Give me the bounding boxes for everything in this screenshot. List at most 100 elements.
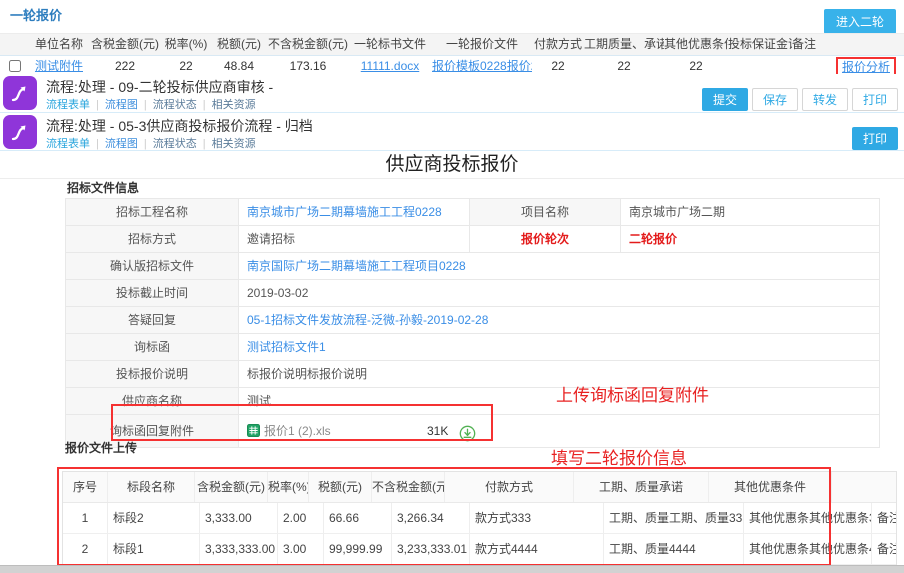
cell-amount-with-tax: 222 (88, 56, 162, 76)
print-button[interactable]: 打印 (852, 88, 898, 111)
header-amount-without-tax: 不含税金额(元) (372, 472, 445, 502)
field-label: 投标报价说明 (66, 361, 239, 387)
field-value: 测试招标文件1 (239, 334, 879, 360)
field-value-quote-round: 二轮报价 (621, 226, 879, 252)
field-label: 投标截止时间 (66, 280, 239, 306)
process-form-link[interactable]: 流程表单 (46, 138, 90, 150)
header-bid-file: 一轮标书文件 (348, 34, 432, 55)
quote-file-link[interactable]: 报价模板0228报价2.xls (432, 59, 532, 73)
header-guarantee: 投标保证金证... (728, 34, 792, 55)
cell-quality-promise: 工期、质量4444 (604, 534, 744, 564)
bid-file-link[interactable]: 11111.docx (361, 59, 420, 73)
cell-payment: 款方式333 (470, 503, 604, 533)
header-analysis-cell (828, 34, 904, 55)
field-value: 2019-03-02 (239, 280, 879, 306)
workflow-icon (3, 76, 37, 110)
header-unit-name: 单位名称 (30, 34, 88, 55)
header-amount-without-tax: 不含税金额(元) (268, 34, 348, 55)
process1-buttons: 提交 保存 转发 打印 (702, 88, 898, 111)
download-icon[interactable] (459, 422, 476, 447)
table-row: 2 标段1 3,333,333.00 3.00 99,999.99 3,233,… (63, 534, 896, 565)
qa-reply-link[interactable]: 05-1招标文件发放流程-泛微-孙毅-2019-02-28 (247, 313, 488, 327)
cell-tax-rate: 22 (162, 56, 210, 76)
cell-guarantee (728, 56, 792, 76)
header-checkbox-cell (0, 34, 30, 55)
unit-name-link[interactable]: 测试附件 (35, 59, 83, 73)
menu-divider: | (203, 138, 206, 150)
print-button[interactable]: 打印 (852, 127, 898, 150)
process-title: 流程:处理 - 05-3供应商投标报价流程 - 归档 (46, 116, 313, 136)
field-value: 南京城市广场二期幕墙施工工程0228 (239, 199, 469, 225)
header-index: 序号 (63, 472, 108, 502)
field-label: 答疑回复 (66, 307, 239, 333)
form-row: 投标报价说明 标报价说明标报价说明 (65, 361, 880, 388)
cell-payment: 款方式4444 (470, 534, 604, 564)
forward-button[interactable]: 转发 (802, 88, 848, 111)
field-label: 招标方式 (66, 226, 239, 252)
submit-button[interactable]: 提交 (702, 88, 748, 111)
page-bottom-strip (0, 565, 904, 573)
field-label: 确认版招标文件 (66, 253, 239, 279)
cell-tax-rate: 3.00 (278, 534, 324, 564)
header-tax-rate: 税率(%) (268, 472, 309, 502)
header-quote-file: 一轮报价文件 (432, 34, 532, 55)
cell-tax-rate: 2.00 (278, 503, 324, 533)
cell-amount-without-tax: 3,233,333.01 (392, 534, 470, 564)
form-row: 答疑回复 05-1招标文件发放流程-泛微-孙毅-2019-02-28 (65, 307, 880, 334)
related-resource-link[interactable]: 相关资源 (212, 99, 256, 111)
menu-divider: | (96, 138, 99, 150)
field-label: 询标函 (66, 334, 239, 360)
process-status-link[interactable]: 流程状态 (153, 99, 197, 111)
process-form-link[interactable]: 流程表单 (46, 99, 90, 111)
attachment-size: 31K (427, 415, 448, 447)
form-row: 询标函 测试招标文件1 (65, 334, 880, 361)
form-row: 确认版招标文件 南京国际广场二期幕墙施工工程项目0228 (65, 253, 880, 280)
inquiry-letter-link[interactable]: 测试招标文件1 (247, 340, 326, 354)
cell-amount-without-tax: 173.16 (268, 56, 348, 76)
cell-tax-amount: 99,999.99 (324, 534, 392, 564)
process2-buttons: 打印 (852, 127, 898, 150)
form-row: 投标截止时间 2019-03-02 (65, 280, 880, 307)
header-note: 备注 (792, 34, 828, 55)
cell-note: 备注 (872, 534, 896, 564)
attachment-file-link[interactable]: 报价1 (2).xls (264, 424, 331, 438)
section-title-bid-info: 招标文件信息 (65, 180, 880, 198)
process-diagram-link[interactable]: 流程图 (105, 99, 138, 111)
field-label: 供应商名称 (66, 388, 239, 414)
cell-other-terms: 22 (664, 56, 728, 76)
header-tax-amount: 税额(元) (309, 472, 372, 502)
excel-file-icon (247, 424, 260, 437)
cell-tax-amount: 66.66 (324, 503, 392, 533)
process-title: 流程:处理 - 09-二轮投标供应商审核 - (46, 77, 273, 97)
header-payment: 付款方式 (532, 34, 584, 55)
round1-table-header: 单位名称 含税金额(元) 税率(%) 税额(元) 不含税金额(元) 一轮标书文件… (0, 33, 904, 56)
project-file-name-link[interactable]: 南京城市广场二期幕墙施工工程0228 (247, 205, 442, 219)
process-status-link[interactable]: 流程状态 (153, 138, 197, 150)
menu-divider: | (203, 99, 206, 111)
save-button[interactable]: 保存 (752, 88, 798, 111)
round1-quote-table: 单位名称 含税金额(元) 税率(%) 税额(元) 不含税金额(元) 一轮标书文件… (0, 33, 904, 77)
process-diagram-link[interactable]: 流程图 (105, 138, 138, 150)
enter-round2-button[interactable]: 进入二轮 (824, 9, 896, 34)
cell-section-name: 标段1 (108, 534, 200, 564)
field-label-quote-round: 报价轮次 (469, 226, 621, 252)
cell-payment: 22 (532, 56, 584, 76)
field-value: 南京国际广场二期幕墙施工工程项目0228 (239, 253, 879, 279)
quote-analysis-link[interactable]: 报价分析 (842, 60, 890, 74)
cell-tax-amount: 48.84 (210, 56, 268, 76)
cell-amount-with-tax: 3,333.00 (200, 503, 278, 533)
quote-table-header: 序号 标段名称 含税金额(元) 税率(%) 税额(元) 不含税金额(元) 付款方… (63, 472, 896, 503)
related-resource-link[interactable]: 相关资源 (212, 138, 256, 150)
confirmed-file-link[interactable]: 南京国际广场二期幕墙施工工程项目0228 (247, 259, 466, 273)
cell-quality: 22 (584, 56, 664, 76)
attachment-cell: 报价1 (2).xls 31K (239, 415, 879, 447)
cell-amount-without-tax: 3,266.34 (392, 503, 470, 533)
form-row: 招标工程名称 南京城市广场二期幕墙施工工程0228 项目名称 南京城市广场二期 (65, 198, 880, 226)
header-other-terms: 其他优惠条件 (709, 472, 832, 502)
header-amount-with-tax: 含税金额(元) (88, 34, 162, 55)
process-block-archive: 流程:处理 - 05-3供应商投标报价流程 - 归档 流程表单 | 流程图 | 流程状态… (0, 113, 904, 151)
header-note (832, 472, 896, 502)
row-checkbox[interactable] (9, 60, 21, 72)
table-row: 1 标段2 3,333.00 2.00 66.66 3,266.34 款方式33… (63, 503, 896, 534)
supplier-bid-page: 一轮报价 进入二轮 单位名称 含税金额(元) 税率(%) 税额(元) 不含税金额… (0, 0, 904, 573)
